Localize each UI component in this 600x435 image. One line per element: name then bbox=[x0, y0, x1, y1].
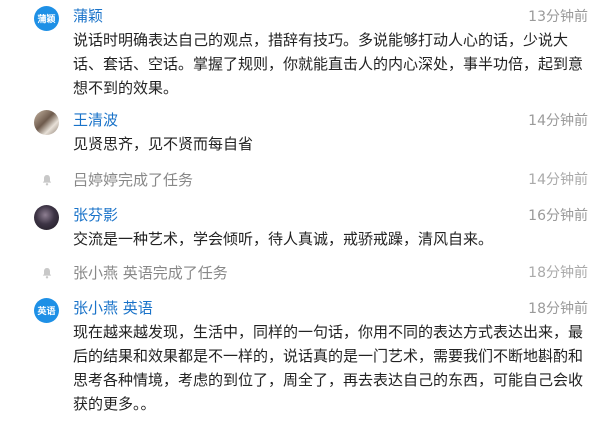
comment-text: 说话时明确表达自己的观点，措辞有技巧。多说能够打动人心的话，少说大话、套话、空话… bbox=[73, 31, 584, 97]
timestamp: 14分钟前 bbox=[528, 113, 588, 129]
comment-text: 现在越来越发现，生活中，同样的一句话，你用不同的表达方式表达出来，最后的结果和效… bbox=[73, 323, 584, 413]
avatar[interactable] bbox=[34, 110, 59, 135]
avatar[interactable] bbox=[34, 205, 59, 230]
comment-item: 蒲颖 蒲颖 13分钟前 说话时明确表达自己的观点，措辞有技巧。多说能够打动人心的… bbox=[0, 6, 600, 98]
comment-item: 英语 张小燕 英语 18分钟前 现在越来越发现，生活中，同样的一句话，你用不同的… bbox=[0, 298, 600, 418]
user-name[interactable]: 张小燕 英语 bbox=[73, 298, 153, 318]
timestamp: 16分钟前 bbox=[528, 208, 588, 224]
notice-item: 吕婷婷完成了任务 14分钟前 bbox=[0, 170, 600, 192]
avatar-badge-text: 英语 bbox=[37, 307, 56, 317]
notice-item: 张小燕 英语完成了任务 18分钟前 bbox=[0, 263, 600, 285]
comment-text: 交流是一种艺术，学会倾听，待人真诚，戒骄戒躁，清风自来。 bbox=[73, 230, 494, 248]
user-name[interactable]: 王清波 bbox=[73, 110, 118, 130]
avatar[interactable]: 英语 bbox=[34, 298, 59, 323]
notice-text: 张小燕 英语完成了任务 bbox=[73, 264, 228, 282]
comment-item: 张芬影 16分钟前 交流是一种艺术，学会倾听，待人真诚，戒骄戒躁，清风自来。 bbox=[0, 205, 600, 255]
bell-icon bbox=[42, 175, 52, 186]
timestamp: 18分钟前 bbox=[528, 265, 588, 281]
activity-feed: 蒲颖 蒲颖 13分钟前 说话时明确表达自己的观点，措辞有技巧。多说能够打动人心的… bbox=[0, 0, 600, 435]
notice-text: 吕婷婷完成了任务 bbox=[73, 171, 194, 189]
comment-item: 王清波 14分钟前 见贤思齐，见不贤而每自省 bbox=[0, 110, 600, 160]
user-name[interactable]: 蒲颖 bbox=[73, 6, 103, 26]
comment-text: 见贤思齐，见不贤而每自省 bbox=[73, 135, 254, 153]
bell-icon bbox=[42, 268, 52, 279]
user-name[interactable]: 张芬影 bbox=[73, 205, 118, 225]
timestamp: 14分钟前 bbox=[528, 172, 588, 188]
avatar[interactable]: 蒲颖 bbox=[34, 6, 59, 31]
timestamp: 18分钟前 bbox=[528, 301, 588, 317]
avatar-badge-text: 蒲颖 bbox=[37, 15, 56, 25]
timestamp: 13分钟前 bbox=[528, 9, 588, 25]
